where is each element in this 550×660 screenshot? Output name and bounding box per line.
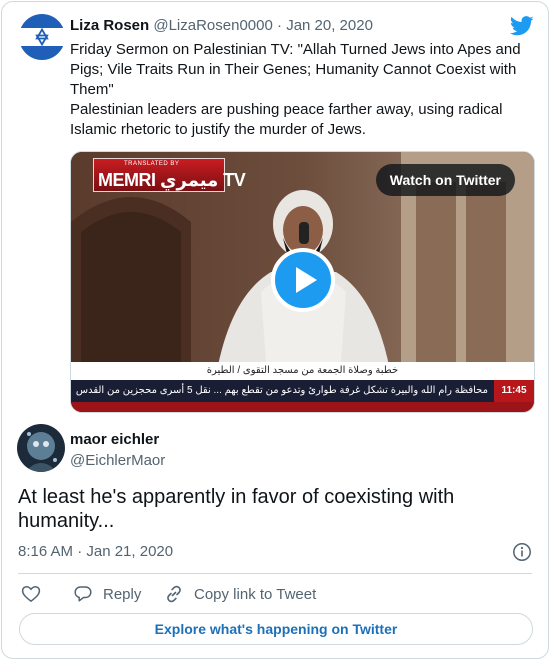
watch-on-twitter-button[interactable]: Watch on Twitter <box>375 164 515 196</box>
reply-author-handle[interactable]: @EichlerMaor <box>70 452 165 469</box>
reply-author-name[interactable]: maor eichler <box>70 431 159 448</box>
quoted-tweet-line-2: Palestinian leaders are pushing peace fa… <box>70 101 503 138</box>
avatar-photo <box>17 424 65 472</box>
explore-twitter-button[interactable]: Explore what's happening on Twitter <box>19 613 533 645</box>
ticker-text: محافظة رام الله والبيرة تشكل غرفة طوارئ … <box>75 385 488 396</box>
israel-flag-icon <box>19 14 65 60</box>
ticker-time: 11:45 <box>494 380 534 402</box>
info-icon[interactable] <box>512 542 532 562</box>
ticker-bottom-bar <box>71 402 534 412</box>
divider <box>18 573 532 574</box>
quoted-tweet-text: Friday Sermon on Palestinian TV: "Allah … <box>70 40 530 140</box>
memri-logo-text: MEMRI ميمري TV <box>98 170 246 190</box>
reply-tweet-text: At least he's apparently in favor of coe… <box>18 486 455 532</box>
quoted-tweet-date[interactable]: Jan 20, 2020 <box>286 17 373 34</box>
memri-tv-logo: TRANSLATED BY MEMRI ميمري TV <box>93 158 246 192</box>
tweet-embed-card: Liza Rosen @LizaRosen0000 · Jan 20, 2020… <box>1 1 549 659</box>
link-icon <box>167 585 181 603</box>
quoted-tweet-line-1: Friday Sermon on Palestinian TV: "Allah … <box>70 41 521 98</box>
play-icon <box>296 267 317 293</box>
reply-timestamp[interactable]: 8:16 AM · Jan 21, 2020 <box>18 543 173 560</box>
video-caption: خطبة وصلاة الجمعة من مسجد التقوى / الطير… <box>71 362 534 380</box>
quoted-author-name[interactable]: Liza Rosen <box>70 17 149 34</box>
reply-button[interactable]: Reply <box>73 582 141 606</box>
heart-icon <box>21 585 41 603</box>
reply-label: Reply <box>103 585 142 603</box>
quoted-author-handle[interactable]: @LizaRosen0000 <box>153 17 272 34</box>
action-bar: Reply Copy link to Tweet <box>2 582 548 606</box>
video-thumbnail[interactable]: TRANSLATED BY MEMRI ميمري TV Watch on Tw… <box>70 151 535 413</box>
twitter-bird-icon[interactable] <box>510 16 534 36</box>
memri-translated-by: TRANSLATED BY <box>124 161 180 167</box>
header-separator: · <box>277 17 283 34</box>
copy-link-button[interactable]: Copy link to Tweet <box>164 582 316 606</box>
like-button[interactable] <box>21 582 41 606</box>
news-ticker: 11:45 محافظة رام الله والبيرة تشكل غرفة … <box>71 380 534 402</box>
play-button[interactable] <box>271 248 335 312</box>
maor-eichler-avatar[interactable] <box>17 424 65 472</box>
liza-rosen-avatar[interactable] <box>19 14 65 60</box>
copy-link-label: Copy link to Tweet <box>194 585 317 603</box>
reply-icon <box>74 586 92 602</box>
quoted-tweet-header: Liza Rosen @LizaRosen0000 · Jan 20, 2020 <box>70 17 373 34</box>
